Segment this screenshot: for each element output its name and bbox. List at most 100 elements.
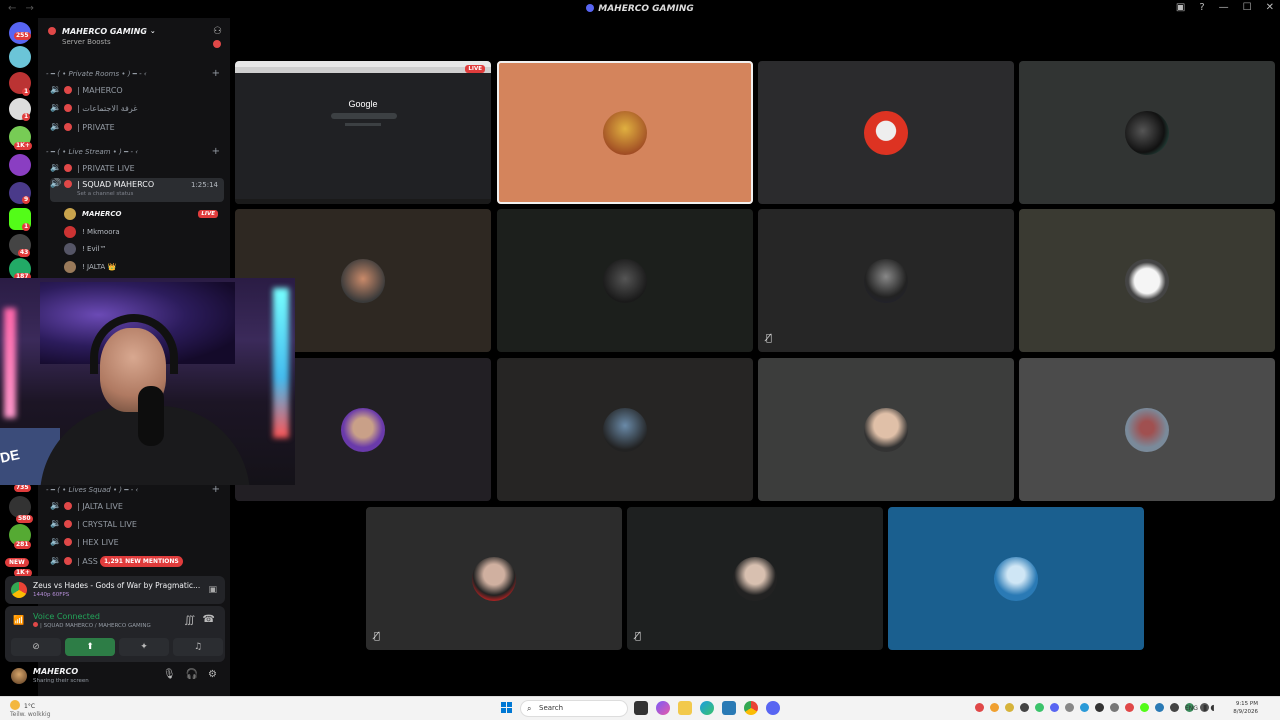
tray-icon[interactable] <box>1125 703 1134 712</box>
avatar[interactable] <box>11 668 27 684</box>
channel-label: | JALTA LIVE <box>77 501 123 511</box>
add-channel-icon[interactable]: + <box>212 68 220 79</box>
category-private-rooms[interactable]: - ━ ( • Private Rooms • ) ━ - ‹ <box>46 70 147 78</box>
server-icon[interactable] <box>9 154 31 176</box>
file-explorer-icon[interactable] <box>678 701 692 715</box>
gear-icon[interactable]: ⚙ <box>208 669 217 680</box>
activity-title: Zeus vs Hades - Gods of War by Pragmatic… <box>33 581 201 590</box>
participant-tile[interactable] <box>1019 61 1275 204</box>
google-buttons <box>345 123 381 126</box>
voice-member[interactable]: ! Evil™ <box>64 241 224 257</box>
tray-icon[interactable] <box>1035 703 1044 712</box>
signal-icon[interactable]: 📶 <box>13 616 24 626</box>
screen-share-tile[interactable]: Google LIVE <box>235 61 491 204</box>
activities-button[interactable]: ✦ <box>119 638 169 656</box>
microphone-icon[interactable]: 🎙 <box>163 669 176 680</box>
channel-meetings[interactable]: 🔉 | غرفة الاجتماعات <box>50 100 224 116</box>
channel-dot <box>64 86 72 94</box>
minimize-button[interactable]: — <box>1219 2 1229 13</box>
participant-tile[interactable] <box>497 358 753 501</box>
channel-squad-maherco[interactable]: 🔊 | SQUAD MAHERCO 1:25:14 Set a channel s… <box>50 178 224 202</box>
channel-hex-live[interactable]: 🔉 | HEX LIVE <box>50 534 224 550</box>
weather-widget[interactable]: 1°C Teilw. wolkkig <box>10 700 51 719</box>
screen-share-icon[interactable]: ▣ <box>208 585 217 595</box>
voice-member[interactable]: ! JALTA 👑 <box>64 259 224 275</box>
tray-icon[interactable] <box>1095 703 1104 712</box>
inbox-icon[interactable]: ▣ <box>1176 2 1185 13</box>
server-icon[interactable] <box>9 46 31 68</box>
taskbar-search[interactable]: ⌕ Search <box>520 700 628 717</box>
add-user-icon[interactable]: ⚇ <box>213 26 222 37</box>
participant-tile[interactable] <box>758 358 1014 501</box>
channel-dot <box>64 538 72 546</box>
category-lives-squad[interactable]: - ━ ( • Lives Squad • ) ━ - ‹ <box>46 486 138 494</box>
speaker-icon: 🔉 <box>50 102 62 113</box>
new-mentions-pill[interactable]: 1,291 NEW MENTIONS <box>100 556 183 567</box>
participant-tile[interactable]: 🎙̸ <box>627 507 883 650</box>
activity-card[interactable]: Zeus vs Hades - Gods of War by Pragmatic… <box>5 576 225 604</box>
share-screen-button[interactable]: ⬆ <box>65 638 115 656</box>
tray-icon[interactable] <box>1020 703 1029 712</box>
camera-off-button[interactable]: ⊘ <box>11 638 61 656</box>
avatar <box>341 407 385 452</box>
voice-timer: 1:25:14 <box>191 181 218 189</box>
tray-icon[interactable] <box>1050 703 1059 712</box>
add-channel-icon[interactable]: + <box>212 146 220 157</box>
store-icon[interactable] <box>722 701 736 715</box>
participant-tile[interactable] <box>497 61 753 204</box>
network-volume-icons[interactable]: ▮◖ <box>1203 703 1218 712</box>
channel-private[interactable]: 🔉 | PRIVATE <box>50 119 224 135</box>
tray-icon[interactable] <box>1155 703 1164 712</box>
chrome-icon[interactable] <box>744 701 758 715</box>
tray-icon[interactable] <box>1140 703 1149 712</box>
participant-tile[interactable] <box>1019 209 1275 352</box>
tray-icon[interactable] <box>1170 703 1179 712</box>
new-servers-badge[interactable]: NEW <box>5 558 29 567</box>
copilot-icon[interactable] <box>656 701 670 715</box>
tray-icon[interactable] <box>975 703 984 712</box>
noise-suppression-icon[interactable]: ∭ <box>184 615 195 626</box>
windows-taskbar: 1°C Teilw. wolkkig ⌕ Search ENG ▮◖ 9:15 P… <box>0 696 1280 720</box>
tray-icon[interactable] <box>1110 703 1119 712</box>
channel-label: | غرفة الاجتماعات <box>77 103 138 113</box>
participant-tile[interactable]: 🎙̸ <box>366 507 622 650</box>
voice-channel-path[interactable]: | SQUAD MAHERCO / MAHERCO GAMING <box>33 622 151 629</box>
channel-crystal-live[interactable]: 🔉 | CRYSTAL LIVE <box>50 516 224 532</box>
channel-private-live[interactable]: 🔉 | PRIVATE LIVE <box>50 160 224 176</box>
participant-tile[interactable] <box>758 61 1014 204</box>
channel-status[interactable]: Set a channel status <box>77 191 133 197</box>
channel-maherco[interactable]: 🔉 | MAHERCO <box>50 82 224 98</box>
participant-tile[interactable] <box>497 209 753 352</box>
soundboard-button[interactable]: ♫ <box>173 638 223 656</box>
channel-dot <box>64 104 72 112</box>
task-view-icon[interactable] <box>634 701 648 715</box>
clock[interactable]: 9:15 PM 8/9/2026 <box>1232 700 1258 716</box>
activity-quality: 1440p 60FPS <box>33 592 70 598</box>
edge-icon[interactable] <box>700 701 714 715</box>
voice-member-self[interactable]: MAHERCO LIVE <box>64 206 224 222</box>
help-icon[interactable]: ? <box>1199 2 1204 13</box>
participant-tile[interactable] <box>888 507 1144 650</box>
category-live-stream[interactable]: - ━ ( • Live Stream • ) ━ - ‹ <box>46 148 138 156</box>
headphones-icon[interactable]: 🎧 <box>186 669 198 680</box>
weather-condition: Teilw. wolkkig <box>10 711 51 718</box>
disconnect-icon[interactable]: ☎ <box>203 614 215 625</box>
participant-tile[interactable]: 🎙̸ <box>758 209 1014 352</box>
channel-jalta-live[interactable]: 🔉 | JALTA LIVE <box>50 498 224 514</box>
tray-icon[interactable] <box>1080 703 1089 712</box>
tray-icon[interactable] <box>1005 703 1014 712</box>
voice-member[interactable]: ! Mkmoora <box>64 224 224 240</box>
tray-icon[interactable] <box>990 703 999 712</box>
voice-connected-label[interactable]: Voice Connected <box>33 612 100 621</box>
maximize-button[interactable]: ☐ <box>1243 2 1252 13</box>
add-channel-icon[interactable]: + <box>212 484 220 495</box>
server-boosts-label[interactable]: Server Boosts <box>62 38 111 46</box>
user-name[interactable]: MAHERCO <box>33 667 78 676</box>
start-button[interactable] <box>501 702 513 714</box>
close-button[interactable]: ✕ <box>1266 2 1274 13</box>
discord-icon[interactable] <box>766 701 780 715</box>
google-search-bar <box>331 113 397 119</box>
participant-tile[interactable] <box>1019 358 1275 501</box>
language-indicator[interactable]: ENG <box>1185 705 1198 712</box>
tray-icon[interactable] <box>1065 703 1074 712</box>
